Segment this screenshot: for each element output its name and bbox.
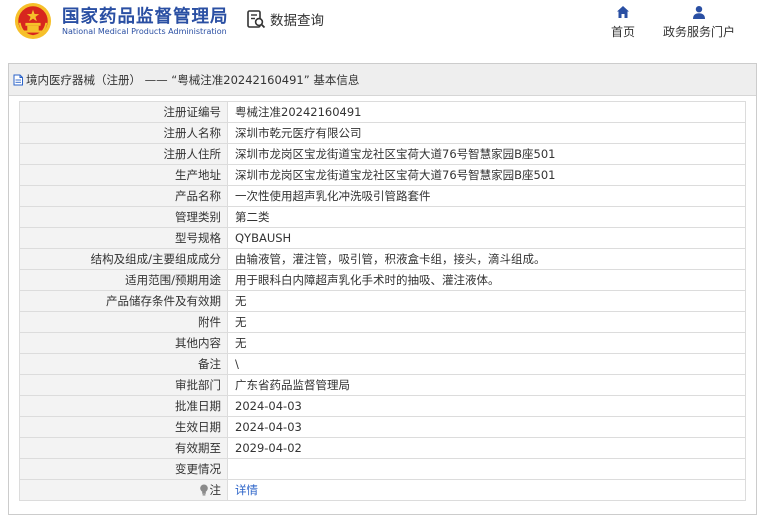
field-value: QYBAUSH xyxy=(227,227,746,249)
field-label: 其他内容 xyxy=(19,332,228,354)
field-value: 2024-04-03 xyxy=(227,395,746,417)
table-row: 产品名称 一次性使用超声乳化冲洗吸引管路套件 xyxy=(19,185,746,207)
nav-portal-label: 政务服务门户 xyxy=(662,25,735,39)
data-query-label: 数据查询 xyxy=(270,13,324,29)
field-label: 备注 xyxy=(19,353,228,375)
field-label: 附件 xyxy=(19,311,228,333)
field-value: 深圳市龙岗区宝龙街道宝龙社区宝荷大道76号智慧家园B座501 xyxy=(227,164,746,186)
nav-service-portal[interactable]: 政务服务门户 xyxy=(661,5,737,40)
data-query-icon xyxy=(247,10,266,29)
table-row: 其他内容 无 xyxy=(19,332,746,354)
note-label: 注 xyxy=(209,482,222,497)
field-value: 无 xyxy=(227,332,746,354)
home-icon xyxy=(617,6,629,18)
field-value: 深圳市乾元医疗有限公司 xyxy=(227,122,746,144)
data-query-title[interactable]: 数据查询 xyxy=(246,8,324,30)
table-row: 型号规格 QYBAUSH xyxy=(19,227,746,249)
table-row: 有效期至 2029-04-02 xyxy=(19,437,746,459)
national-emblem-icon xyxy=(14,2,52,40)
field-label: 审批部门 xyxy=(19,374,228,396)
field-label: 产品储存条件及有效期 xyxy=(19,290,228,312)
table-row: 附件 无 xyxy=(19,311,746,333)
table-row: 变更情况 xyxy=(19,458,746,480)
registration-detail-table: 注册证编号 粤械注准20242160491 注册人名称 深圳市乾元医疗有限公司 … xyxy=(19,101,746,501)
table-row: 适用范围/预期用途 用于眼科白内障超声乳化手术时的抽吸、灌注液体。 xyxy=(19,269,746,291)
field-label: 注册人住所 xyxy=(19,143,228,165)
field-value: 2029-04-02 xyxy=(227,437,746,459)
field-label: 注册人名称 xyxy=(19,122,228,144)
field-label: 注册证编号 xyxy=(19,101,228,123)
field-label: 管理类别 xyxy=(19,206,228,228)
detail-panel: 境内医疗器械（注册） —— “粤械注准20242160491” 基本信息 注册证… xyxy=(8,63,757,515)
field-value: 无 xyxy=(227,290,746,312)
field-label: 结构及组成/主要组成成分 xyxy=(19,248,228,270)
field-label: 变更情况 xyxy=(19,458,228,480)
field-value: 第二类 xyxy=(227,206,746,228)
field-value: 深圳市龙岗区宝龙街道宝龙社区宝荷大道76号智慧家园B座501 xyxy=(227,143,746,165)
document-icon xyxy=(13,74,23,85)
note-label-cell: 注 xyxy=(19,479,228,501)
field-label: 型号规格 xyxy=(19,227,228,249)
field-value: 一次性使用超声乳化冲洗吸引管路套件 xyxy=(227,185,746,207)
org-name-en: National Medical Products Administration xyxy=(62,27,227,36)
field-value: 由输液管，灌注管，吸引管，积液盒卡组，接头，滴斗组成。 xyxy=(227,248,746,270)
note-value-cell: 详情 xyxy=(227,479,746,501)
table-row: 生产地址 深圳市龙岗区宝龙街道宝龙社区宝荷大道76号智慧家园B座501 xyxy=(19,164,746,186)
org-name-cn: 国家药品监督管理局 xyxy=(62,7,229,27)
table-row: 注册证编号 粤械注准20242160491 xyxy=(19,101,746,123)
user-icon xyxy=(693,6,705,19)
field-label: 生产地址 xyxy=(19,164,228,186)
table-row: 结构及组成/主要组成成分 由输液管，灌注管，吸引管，积液盒卡组，接头，滴斗组成。 xyxy=(19,248,746,270)
field-value: 广东省药品监督管理局 xyxy=(227,374,746,396)
details-link[interactable]: 详情 xyxy=(235,483,258,497)
table-row: 生效日期 2024-04-03 xyxy=(19,416,746,438)
table-row: 注册人名称 深圳市乾元医疗有限公司 xyxy=(19,122,746,144)
field-value: 2024-04-03 xyxy=(227,416,746,438)
field-value xyxy=(227,458,746,480)
table-row: 产品储存条件及有效期 无 xyxy=(19,290,746,312)
table-row: 批准日期 2024-04-03 xyxy=(19,395,746,417)
nav-home-label: 首页 xyxy=(610,25,635,39)
note-row: 注 详情 xyxy=(19,479,746,501)
panel-title-bar: 境内医疗器械（注册） —— “粤械注准20242160491” 基本信息 xyxy=(9,64,756,96)
lightbulb-icon xyxy=(199,484,208,495)
field-label: 适用范围/预期用途 xyxy=(19,269,228,291)
table-row: 备注 \ xyxy=(19,353,746,375)
field-value: 无 xyxy=(227,311,746,333)
field-label: 有效期至 xyxy=(19,437,228,459)
field-value: 粤械注准20242160491 xyxy=(227,101,746,123)
field-label: 批准日期 xyxy=(19,395,228,417)
field-label: 生效日期 xyxy=(19,416,228,438)
nav-home[interactable]: 首页 xyxy=(610,5,636,40)
field-label: 产品名称 xyxy=(19,185,228,207)
panel-title: 境内医疗器械（注册） —— “粤械注准20242160491” 基本信息 xyxy=(26,72,360,87)
table-row: 审批部门 广东省药品监督管理局 xyxy=(19,374,746,396)
site-header: 国家药品监督管理局 National Medical Products Admi… xyxy=(0,0,761,46)
field-value: 用于眼科白内障超声乳化手术时的抽吸、灌注液体。 xyxy=(227,269,746,291)
field-value: \ xyxy=(227,353,746,375)
table-row: 注册人住所 深圳市龙岗区宝龙街道宝龙社区宝荷大道76号智慧家园B座501 xyxy=(19,143,746,165)
table-row: 管理类别 第二类 xyxy=(19,206,746,228)
